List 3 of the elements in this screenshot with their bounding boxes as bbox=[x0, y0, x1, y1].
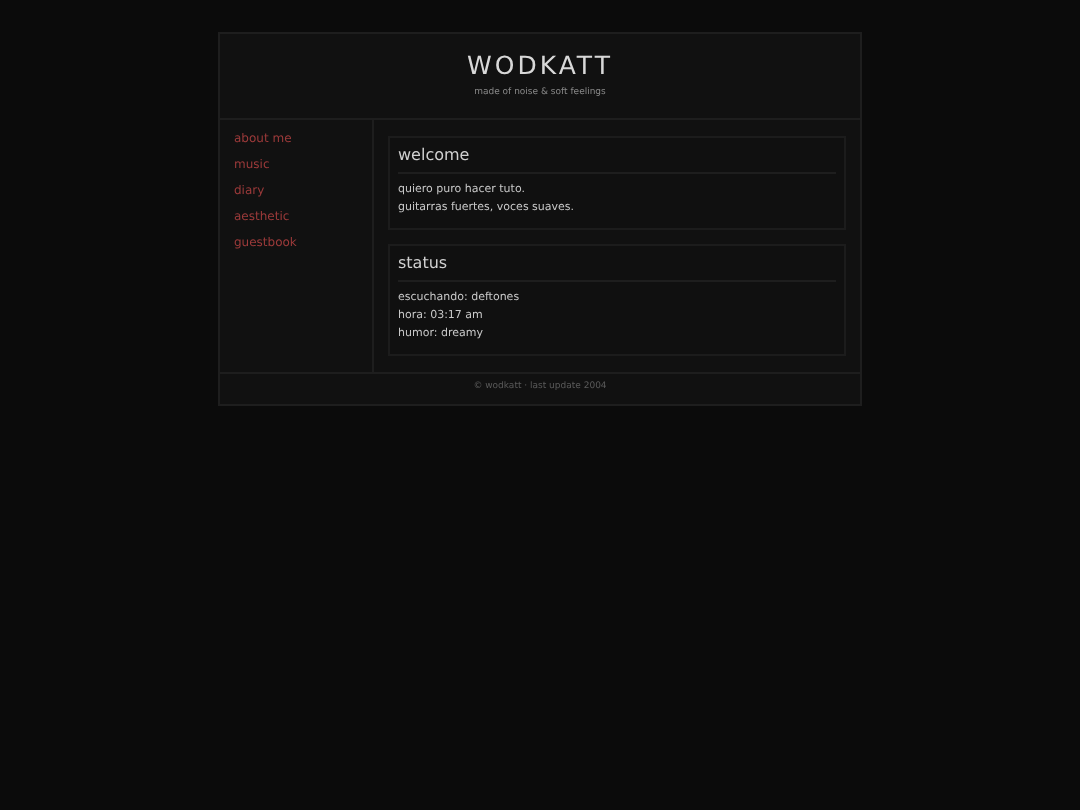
panel-title: welcome bbox=[398, 138, 836, 174]
panel-title: status bbox=[398, 246, 836, 282]
site-title: WODKATT bbox=[467, 53, 613, 78]
